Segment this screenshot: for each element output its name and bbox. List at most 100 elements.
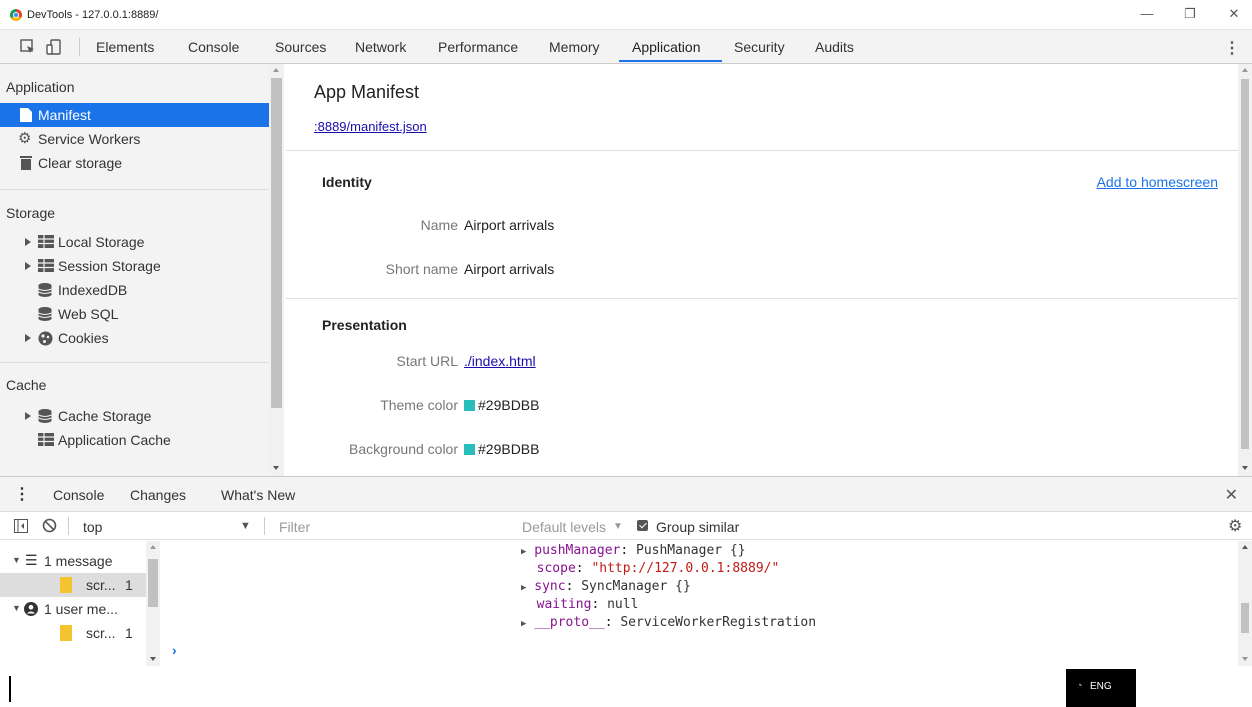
console-line[interactable]: ▶ pushManager: PushManager {}	[521, 542, 816, 560]
sidebar-item-web-sql[interactable]: Web SQL	[0, 302, 269, 326]
property-key: __proto__	[534, 615, 605, 630]
tab-sources[interactable]: Sources	[275, 39, 326, 55]
property-value: null	[607, 597, 639, 612]
expand-arrow-icon[interactable]	[25, 334, 31, 342]
database-icon	[38, 307, 52, 321]
toolbar-separator	[79, 38, 80, 56]
sidebar-item-indexeddb[interactable]: IndexedDB	[0, 278, 269, 302]
source-count: 1	[125, 577, 133, 593]
theme-color-swatch	[464, 400, 475, 411]
scroll-down-icon[interactable]	[150, 657, 156, 661]
expand-arrow-icon[interactable]	[25, 238, 31, 246]
console-prompt-icon[interactable]: ›	[172, 642, 177, 658]
sidebar-item-cookies[interactable]: Cookies	[0, 326, 269, 350]
console-line[interactable]: ▶ sync: SyncManager {}	[521, 578, 816, 596]
scroll-up-icon[interactable]	[150, 545, 156, 549]
more-menu-icon[interactable]: ⋮	[1224, 38, 1240, 58]
start-url-link[interactable]: ./index.html	[464, 353, 536, 369]
scrollbar-thumb[interactable]	[1241, 603, 1249, 633]
tab-application[interactable]: Application	[632, 39, 701, 55]
scrollbar-thumb[interactable]	[148, 559, 158, 607]
sidebar-item-manifest[interactable]: Manifest	[0, 103, 269, 127]
scrollbar-thumb[interactable]	[1241, 79, 1249, 449]
drawer-tab-changes[interactable]: Changes	[130, 487, 186, 503]
device-toolbar-icon[interactable]	[46, 39, 62, 55]
add-to-homescreen-link[interactable]: Add to homescreen	[1097, 174, 1218, 190]
manifest-url-link[interactable]: :8889/manifest.json	[314, 119, 427, 134]
sidebar-item-label: Cache Storage	[58, 408, 152, 424]
console-output: ▶ pushManager: PushManager {} scope: "ht…	[521, 542, 816, 632]
sidebar-item-label: IndexedDB	[58, 282, 128, 298]
levels-dropdown-icon[interactable]: ▼	[613, 521, 623, 532]
console-source-item[interactable]: scr... 1	[0, 621, 146, 645]
tab-console[interactable]: Console	[188, 39, 239, 55]
clear-console-icon[interactable]	[42, 518, 57, 533]
context-dropdown-icon[interactable]: ▼	[240, 520, 251, 532]
expand-arrow-icon[interactable]: ▶	[521, 547, 526, 557]
console-group-messages[interactable]: ▼ ☰ 1 message	[0, 549, 146, 573]
message-count-label: 1 message	[44, 553, 113, 569]
tab-memory[interactable]: Memory	[549, 39, 600, 55]
drawer-tab-whats-new[interactable]: What's New	[221, 487, 295, 503]
tab-security[interactable]: Security	[734, 39, 785, 55]
scroll-up-icon[interactable]	[1242, 68, 1248, 72]
scrollbar-thumb[interactable]	[271, 78, 282, 408]
filter-input[interactable]: Filter	[279, 519, 310, 535]
expand-arrow-icon[interactable]: ▶	[521, 619, 526, 629]
scroll-down-icon[interactable]	[1242, 657, 1248, 661]
close-window-button[interactable]: ✕	[1224, 6, 1244, 22]
tab-audits[interactable]: Audits	[815, 39, 854, 55]
section-divider	[286, 150, 1238, 151]
sidebar-item-local-storage[interactable]: Local Storage	[0, 230, 269, 254]
section-title-storage: Storage	[6, 205, 56, 221]
sidebar-item-session-storage[interactable]: Session Storage	[0, 254, 269, 278]
scroll-up-icon[interactable]	[1242, 545, 1248, 549]
sidebar-item-label: Manifest	[38, 107, 91, 123]
console-sidebar-scrollbar[interactable]	[146, 541, 160, 666]
sidebar-divider	[0, 189, 269, 190]
sidebar-item-service-workers[interactable]: ⚙ Service Workers	[0, 127, 269, 151]
property-value: ServiceWorkerRegistration	[620, 615, 817, 630]
wifi-icon[interactable]: ◔	[1076, 680, 1083, 692]
context-selector[interactable]: top	[83, 519, 102, 535]
collapse-arrow-icon[interactable]: ▼	[12, 603, 21, 613]
property-key: pushManager	[534, 543, 621, 558]
console-line[interactable]: ▶ __proto__: ServiceWorkerRegistration	[521, 614, 816, 632]
expand-arrow-icon[interactable]	[25, 412, 31, 420]
manifest-panel: App Manifest :8889/manifest.json Identit…	[286, 64, 1238, 476]
language-indicator[interactable]: ENG	[1090, 681, 1112, 692]
sidebar-toggle-icon[interactable]	[14, 519, 28, 533]
console-settings-gear-icon[interactable]: ⚙	[1228, 516, 1242, 536]
expand-arrow-icon[interactable]	[25, 262, 31, 270]
tab-network[interactable]: Network	[355, 39, 406, 55]
list-icon: ☰	[25, 552, 38, 568]
default-levels-dropdown[interactable]: Default levels	[522, 519, 606, 535]
collapse-arrow-icon[interactable]: ▼	[12, 555, 21, 565]
sidebar-scrollbar[interactable]	[269, 64, 284, 476]
console-source-item[interactable]: scr... 1	[0, 573, 146, 597]
main-scrollbar[interactable]	[1238, 64, 1252, 476]
console-group-user-messages[interactable]: ▼ 1 user me...	[0, 597, 146, 621]
drawer-menu-icon[interactable]: ⋮	[14, 484, 30, 504]
console-scrollbar[interactable]	[1238, 541, 1252, 666]
restore-button[interactable]: ❐	[1180, 6, 1200, 22]
tab-elements[interactable]: Elements	[96, 39, 154, 55]
sidebar-item-cache-storage[interactable]: Cache Storage	[0, 404, 269, 428]
tab-performance[interactable]: Performance	[438, 39, 518, 55]
inspect-element-icon[interactable]	[20, 39, 36, 55]
minimize-button[interactable]: —	[1137, 6, 1157, 21]
bottom-area	[0, 666, 1252, 707]
sidebar-item-clear-storage[interactable]: Clear storage	[0, 151, 269, 175]
scroll-down-icon[interactable]	[1242, 466, 1248, 470]
property-key: waiting	[536, 597, 592, 612]
drawer-tab-console[interactable]: Console	[53, 487, 104, 503]
close-drawer-icon[interactable]: ✕	[1225, 485, 1238, 505]
group-similar-label: Group similar	[656, 519, 740, 535]
scroll-up-icon[interactable]	[273, 68, 279, 72]
scroll-down-icon[interactable]	[273, 466, 279, 470]
sidebar-item-application-cache[interactable]: Application Cache	[0, 428, 269, 452]
chrome-logo-icon	[10, 9, 22, 21]
group-similar-checkbox[interactable]	[637, 520, 648, 531]
expand-arrow-icon[interactable]: ▶	[521, 583, 526, 593]
short-name-value: Airport arrivals	[464, 261, 555, 277]
